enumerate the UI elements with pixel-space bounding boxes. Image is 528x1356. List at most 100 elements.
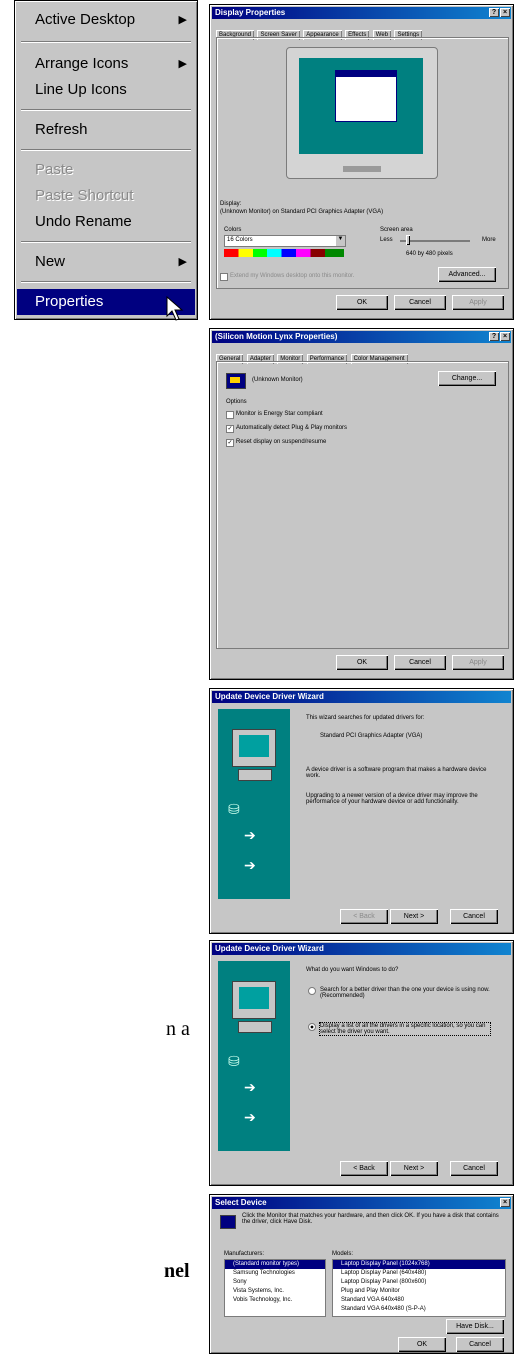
list-item[interactable]: Vista Systems, Inc.	[225, 1287, 325, 1296]
list-item[interactable]: (Standard monitor types)	[225, 1260, 325, 1269]
list-item[interactable]: Samsung Technologies	[225, 1269, 325, 1278]
monitor-icon	[220, 1215, 236, 1229]
menu-item-line-up-icons[interactable]: Line Up Icons	[17, 77, 195, 103]
slider-more-label: More	[482, 237, 496, 243]
select-device-instruction: Click the Monitor that matches your hard…	[242, 1213, 499, 1225]
colors-label: Colors	[224, 227, 242, 233]
reset-display-checkbox[interactable]: ✓	[226, 439, 234, 447]
menu-separator	[21, 149, 191, 151]
body-text-fragment-bold: nel	[164, 1260, 190, 1282]
display-value: (Unknown Monitor) on Standard PCI Graphi…	[220, 209, 384, 215]
menu-item-new[interactable]: New ▶	[17, 249, 195, 275]
list-item[interactable]: Standard VGA 640x480	[333, 1296, 505, 1305]
apply-button[interactable]: Apply	[452, 295, 504, 310]
search-driver-radio[interactable]	[308, 987, 316, 995]
tab-strip: Background Screen Saver Appearance Effec…	[216, 23, 507, 40]
help-button[interactable]: ?	[489, 332, 499, 341]
device-name: Standard PCI Graphics Adapter (VGA)	[320, 733, 423, 739]
menu-item-refresh[interactable]: Refresh	[17, 117, 195, 143]
menu-item-paste-shortcut[interactable]: Paste Shortcut	[17, 183, 195, 209]
colors-select[interactable]: 16 Colors ▼	[224, 235, 346, 247]
close-button[interactable]: ×	[500, 1198, 510, 1207]
reset-display-label: Reset display on suspend/resume	[236, 439, 327, 445]
menu-item-arrange-icons[interactable]: Arrange Icons ▶	[17, 51, 195, 77]
menu-item-active-desktop[interactable]: Active Desktop ▶	[17, 7, 195, 33]
apply-button[interactable]: Apply	[452, 655, 504, 670]
have-disk-button[interactable]: Have Disk...	[446, 1319, 504, 1334]
advanced-button[interactable]: Advanced...	[438, 267, 496, 282]
menu-item-label: Active Desktop	[35, 11, 136, 28]
mouse-pointer-icon	[166, 296, 184, 321]
dialog-titlebar: Update Device Driver Wizard	[212, 691, 511, 703]
computer-icon	[232, 729, 276, 767]
options-label: Options	[226, 399, 247, 405]
help-button[interactable]: ?	[489, 8, 499, 17]
extend-desktop-label: Extend my Windows desktop onto this moni…	[230, 273, 355, 279]
submenu-arrow-icon: ▶	[178, 58, 187, 70]
next-button[interactable]: Next >	[390, 1161, 438, 1176]
list-item[interactable]: Laptop Display Panel (1024x768)	[333, 1260, 505, 1269]
close-button[interactable]: ×	[500, 8, 510, 17]
change-button[interactable]: Change...	[438, 371, 496, 386]
menu-item-paste[interactable]: Paste	[17, 157, 195, 183]
manufacturers-label: Manufacturers:	[224, 1251, 265, 1257]
submenu-arrow-icon: ▶	[178, 14, 187, 26]
chevron-down-icon: ▼	[336, 236, 345, 246]
list-item[interactable]: Sony	[225, 1278, 325, 1287]
display-label: Display:	[220, 201, 242, 207]
monitor-name: (Unknown Monitor)	[252, 377, 303, 383]
wizard-illustration: ⛁ ➔ ➔	[218, 961, 290, 1151]
disk-icon: ⛁	[228, 1053, 240, 1069]
tab-strip: General Adapter Monitor Performance Colo…	[216, 347, 507, 364]
list-item[interactable]: Vobis Technology, Inc.	[225, 1296, 325, 1305]
list-item[interactable]: Standard VGA 640x480 (S-P-A)	[333, 1305, 505, 1314]
wizard-intro: This wizard searches for updated drivers…	[306, 715, 425, 721]
menu-item-label: Paste Shortcut	[35, 187, 134, 204]
menu-item-label: New	[35, 253, 66, 270]
back-button[interactable]: < Back	[340, 909, 388, 924]
adapter-properties-dialog: (Silicon Motion Lynx Properties) ? × Gen…	[209, 328, 514, 680]
display-list-radio[interactable]	[308, 1023, 316, 1031]
computer-base-icon	[238, 769, 272, 781]
submenu-arrow-icon: ▶	[178, 256, 187, 268]
cancel-button[interactable]: Cancel	[456, 1337, 504, 1352]
desktop-context-menu: Active Desktop ▶ Arrange Icons ▶ Line Up…	[14, 0, 198, 320]
plug-play-checkbox[interactable]: ✓	[226, 425, 234, 433]
list-item[interactable]: Laptop Display Panel (640x480)	[333, 1269, 505, 1278]
next-button[interactable]: Next >	[390, 909, 438, 924]
arrow-icon: ➔	[244, 857, 256, 873]
list-item[interactable]: Plug and Play Monitor	[333, 1287, 505, 1296]
close-button[interactable]: ×	[500, 332, 510, 341]
update-driver-wizard-1: Update Device Driver Wizard ⛁ ➔ ➔ This w…	[209, 688, 514, 934]
arrow-icon: ➔	[244, 827, 256, 843]
wizard-illustration: ⛁ ➔ ➔	[218, 709, 290, 899]
back-button[interactable]: < Back	[340, 1161, 388, 1176]
cancel-button[interactable]: Cancel	[394, 295, 446, 310]
dialog-titlebar: (Silicon Motion Lynx Properties) ? ×	[212, 331, 511, 343]
menu-item-undo-rename[interactable]: Undo Rename	[17, 209, 195, 235]
menu-item-label: Undo Rename	[35, 213, 132, 230]
screen-area-label: Screen area	[380, 227, 413, 233]
screen-area-value: 640 by 480 pixels	[406, 251, 453, 257]
energy-star-label: Monitor is Energy Star compliant	[236, 411, 323, 417]
energy-star-checkbox[interactable]	[226, 411, 234, 419]
ok-button[interactable]: OK	[336, 295, 388, 310]
dialog-title: Update Device Driver Wizard	[215, 692, 324, 701]
update-driver-wizard-2: Update Device Driver Wizard ⛁ ➔ ➔ What d…	[209, 940, 514, 1186]
screen-area-slider[interactable]	[400, 240, 470, 242]
slider-thumb[interactable]	[406, 235, 410, 245]
monitor-preview	[286, 47, 438, 179]
models-list[interactable]: Laptop Display Panel (1024x768) Laptop D…	[332, 1259, 506, 1317]
computer-icon	[232, 981, 276, 1019]
ok-button[interactable]: OK	[336, 655, 388, 670]
cancel-button[interactable]: Cancel	[450, 909, 498, 924]
list-item[interactable]: Laptop Display Panel (800x600)	[333, 1278, 505, 1287]
extend-desktop-checkbox[interactable]	[220, 273, 228, 281]
models-label: Models:	[332, 1251, 354, 1257]
wizard-para-2: Upgrading to a newer version of a device…	[306, 793, 478, 805]
cancel-button[interactable]: Cancel	[450, 1161, 498, 1176]
ok-button[interactable]: OK	[398, 1337, 446, 1352]
manufacturers-list[interactable]: (Standard monitor types) Samsung Technol…	[224, 1259, 326, 1317]
cancel-button[interactable]: Cancel	[394, 655, 446, 670]
plug-play-label: Automatically detect Plug & Play monitor…	[236, 425, 348, 431]
